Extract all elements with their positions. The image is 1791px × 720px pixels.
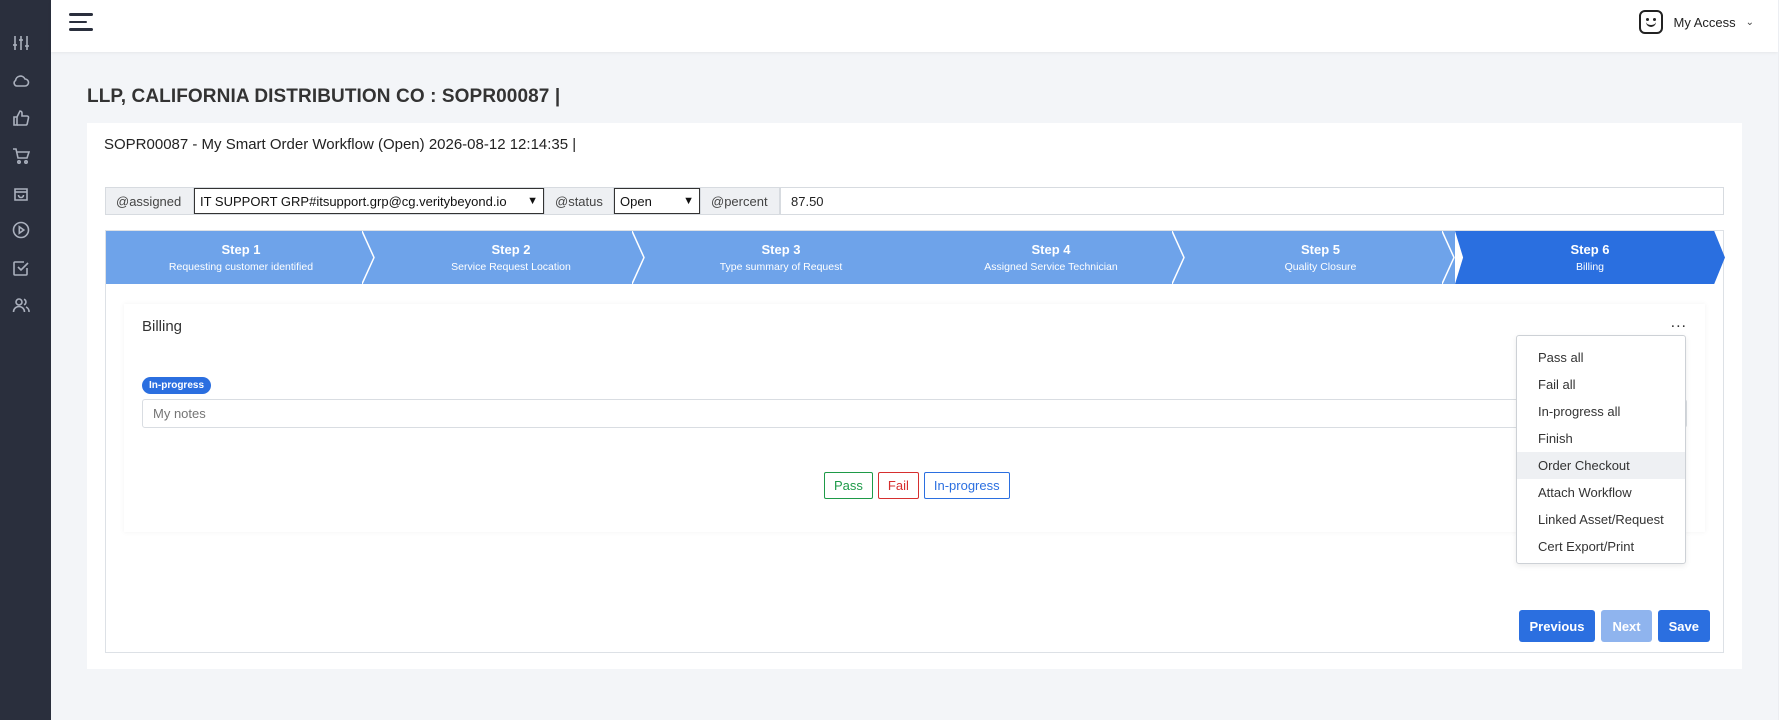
- user-face-icon: [1639, 10, 1664, 34]
- workflow-card: SOPR00087 - My Smart Order Workflow (Ope…: [87, 123, 1742, 669]
- step-1[interactable]: Step 1 Requesting customer identified: [106, 231, 376, 284]
- assigned-select-value: IT SUPPORT GRP#itsupport.grp@cg.veritybe…: [200, 193, 507, 209]
- save-button[interactable]: Save: [1657, 610, 1710, 642]
- step-number: Step 5: [1300, 242, 1340, 257]
- billing-section: Billing ... In-progress Pass Fail In-pro…: [124, 304, 1705, 532]
- play-icon[interactable]: [12, 221, 30, 239]
- step-description: Requesting customer identified: [168, 261, 314, 273]
- menu-item-finish[interactable]: Finish: [1517, 425, 1685, 452]
- previous-button[interactable]: Previous: [1518, 610, 1596, 642]
- thumbs-up-icon[interactable]: [12, 109, 30, 127]
- step-description: Type summary of Request: [719, 261, 843, 273]
- percent-label: @percent: [700, 188, 780, 214]
- step-number: Step 1: [221, 242, 261, 257]
- workflow-title: SOPR00087 - My Smart Order Workflow (Ope…: [104, 136, 577, 153]
- next-button[interactable]: Next: [1601, 610, 1652, 642]
- status-select[interactable]: Open ▼: [614, 188, 700, 214]
- step-wizard: Step 1 Requesting customer identified St…: [105, 230, 1725, 653]
- step-5[interactable]: Step 5 Quality Closure: [1186, 231, 1455, 284]
- sidebar: [0, 0, 51, 720]
- chevron-down-icon: ⌄: [1745, 16, 1754, 28]
- fail-button[interactable]: Fail: [877, 472, 919, 499]
- menu-item-pass-all[interactable]: Pass all: [1517, 344, 1685, 371]
- menu-item-attach-workflow[interactable]: Attach Workflow: [1517, 479, 1685, 506]
- users-icon[interactable]: [12, 296, 30, 314]
- options-dropdown-menu: Pass all Fail all In-progress all Finish…: [1516, 335, 1686, 564]
- page-title: LLP, CALIFORNIA DISTRIBUTION CO : SOPR00…: [87, 86, 561, 107]
- step-4[interactable]: Step 4 Assigned Service Technician: [916, 231, 1186, 284]
- step-separator-icon: [631, 230, 646, 285]
- step-number: Step 3: [761, 242, 801, 257]
- more-options-icon[interactable]: ...: [1671, 314, 1687, 332]
- step-6[interactable]: Step 6 Billing: [1455, 231, 1725, 284]
- result-actions: Pass Fail In-progress: [824, 472, 1010, 499]
- step-separator-icon: [1171, 230, 1186, 285]
- menu-item-fail-all[interactable]: Fail all: [1517, 371, 1685, 398]
- hamburger-menu-icon[interactable]: [69, 12, 93, 32]
- menu-item-linked-asset-request[interactable]: Linked Asset/Request: [1517, 506, 1685, 533]
- assigned-label: @assigned: [106, 188, 194, 214]
- sliders-icon[interactable]: [12, 34, 30, 52]
- step-bar: Step 1 Requesting customer identified St…: [106, 230, 1725, 285]
- step-separator-icon: [361, 230, 376, 285]
- step-separator-icon: [1441, 230, 1456, 285]
- menu-item-order-checkout[interactable]: Order Checkout: [1517, 452, 1685, 479]
- top-header: My Access ⌄: [51, 0, 1778, 52]
- user-menu-label: My Access: [1673, 14, 1736, 30]
- step-3[interactable]: Step 3 Type summary of Request: [646, 231, 916, 284]
- pass-button[interactable]: Pass: [824, 472, 873, 499]
- menu-item-cert-export-print[interactable]: Cert Export/Print: [1517, 533, 1685, 560]
- cloud-icon[interactable]: [12, 72, 30, 90]
- status-label: @status: [544, 188, 614, 214]
- right-edge-panel: [1778, 0, 1791, 720]
- step-2[interactable]: Step 2 Service Request Location: [376, 231, 646, 284]
- bag-icon[interactable]: [12, 184, 30, 202]
- user-menu[interactable]: My Access ⌄: [1639, 10, 1754, 34]
- in-progress-button[interactable]: In-progress: [923, 472, 1010, 499]
- step-number: Step 6: [1570, 242, 1610, 257]
- status-badge: In-progress: [142, 377, 212, 394]
- status-select-value: Open: [620, 193, 652, 209]
- step-number: Step 2: [491, 242, 531, 257]
- step-number: Step 4: [1031, 242, 1071, 257]
- notes-input[interactable]: [142, 399, 1687, 428]
- cart-icon[interactable]: [12, 147, 30, 165]
- menu-item-in-progress-all[interactable]: In-progress all: [1517, 398, 1685, 425]
- assigned-select[interactable]: IT SUPPORT GRP#itsupport.grp@cg.veritybe…: [194, 188, 544, 214]
- percent-field[interactable]: 87.50: [780, 188, 1723, 214]
- step-description: Quality Closure: [1284, 261, 1357, 273]
- step-description: Assigned Service Technician: [984, 261, 1118, 273]
- wizard-navigation: Previous Next Save: [1518, 610, 1710, 642]
- chevron-down-icon: ▼: [683, 195, 694, 207]
- chevron-down-icon: ▼: [527, 195, 538, 207]
- workflow-fields: @assigned IT SUPPORT GRP#itsupport.grp@c…: [105, 187, 1724, 215]
- step-description: Service Request Location: [451, 261, 571, 273]
- checkbox-icon[interactable]: [12, 259, 30, 277]
- step-description: Billing: [1575, 261, 1604, 273]
- section-title: Billing: [142, 318, 183, 335]
